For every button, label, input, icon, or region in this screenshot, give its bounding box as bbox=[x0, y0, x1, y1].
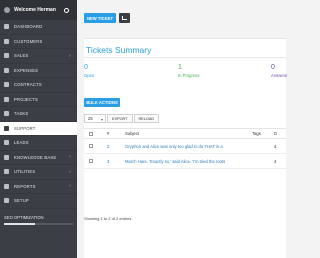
projects-icon bbox=[4, 96, 9, 102]
column-header-tags[interactable]: Tags bbox=[252, 131, 274, 136]
stat-value: 0 bbox=[271, 64, 275, 71]
stat-in-progress: 1 In Progress bbox=[178, 64, 199, 78]
avatar[interactable] bbox=[4, 7, 10, 13]
contracts-icon bbox=[4, 82, 9, 88]
sidebar-item-projects[interactable]: PROJECTS bbox=[0, 93, 77, 107]
bulk-actions-button[interactable]: BULK ACTIONS bbox=[84, 98, 120, 107]
sidebar-item-leads[interactable]: LEADS bbox=[0, 136, 77, 151]
sidebar-item-reports[interactable]: REPORTS › bbox=[0, 180, 77, 194]
gear-icon[interactable] bbox=[64, 7, 69, 13]
stat-label: In Progress bbox=[178, 73, 200, 78]
page-title: Tickets Summary bbox=[86, 45, 152, 55]
table-row: 2 Gryphon and Alice was only too glad to… bbox=[84, 139, 286, 154]
sidebar-item-setup[interactable]: SETUP bbox=[0, 194, 77, 209]
customers-icon bbox=[4, 38, 9, 44]
stat-answered: 0 Answere bbox=[271, 64, 287, 78]
sidebar-item-utilities[interactable]: UTILITIES › bbox=[0, 165, 77, 180]
sidebar-header: Welcome Herman bbox=[0, 0, 77, 20]
column-header-subject[interactable]: Subject bbox=[125, 131, 252, 136]
page-size-value: 25 bbox=[88, 116, 93, 121]
stat-open: 0 Open bbox=[84, 64, 94, 78]
select-all-cell bbox=[84, 131, 97, 136]
leads-icon bbox=[4, 140, 9, 146]
sidebar-item-support[interactable]: SUPPORT bbox=[0, 121, 77, 136]
chevron-right-icon: › bbox=[69, 183, 71, 190]
table-footer-info: Showing 1 to 2 of 2 entries bbox=[84, 216, 132, 221]
stat-value: 0 bbox=[84, 64, 88, 71]
sidebar-item-label: UTILITIES bbox=[14, 169, 36, 175]
sidebar-item-label: DASHBOARD bbox=[14, 24, 43, 30]
sidebar-item-label: EXPENSES bbox=[14, 67, 39, 73]
row-checkbox[interactable] bbox=[88, 159, 93, 163]
select-all-checkbox[interactable] bbox=[88, 131, 93, 136]
tickets-panel: Tickets Summary 0 Open 1 In Progress 0 A… bbox=[84, 38, 287, 258]
sidebar-item-customers[interactable]: CUSTOMERS bbox=[0, 35, 77, 49]
divider bbox=[84, 57, 286, 58]
ticket-department: 4 bbox=[274, 158, 277, 164]
column-header-d[interactable]: D bbox=[274, 131, 286, 136]
chart-toggle-button[interactable] bbox=[119, 13, 130, 23]
bar-chart-icon bbox=[122, 16, 127, 20]
sidebar-item-label: PROJECTS bbox=[14, 96, 38, 102]
seo-progress-fill bbox=[4, 222, 36, 225]
table-header: # Subject Tags D bbox=[84, 128, 286, 139]
sidebar-item-tasks[interactable]: TASKS bbox=[0, 107, 77, 122]
sidebar-item-expenses[interactable]: EXPENSES bbox=[0, 64, 77, 78]
welcome-text: Welcome Herman bbox=[14, 7, 56, 13]
utilities-icon bbox=[4, 169, 9, 175]
dashboard-icon bbox=[4, 24, 9, 30]
chevron-down-icon: ▾ bbox=[100, 117, 103, 122]
sidebar-item-label: LEADS bbox=[14, 140, 29, 146]
chevron-right-icon: › bbox=[69, 154, 71, 161]
sidebar-item-label: TASKS bbox=[14, 111, 29, 117]
reload-button[interactable]: RELOAD bbox=[133, 114, 160, 123]
new-ticket-button[interactable]: NEW TICKET bbox=[84, 13, 116, 23]
stat-value: 1 bbox=[178, 64, 182, 71]
tickets-table: # Subject Tags D 2 Gryphon and Alice was… bbox=[84, 128, 286, 169]
export-button[interactable]: EXPORT bbox=[107, 114, 133, 123]
stat-label: Answere bbox=[271, 73, 288, 78]
column-header-id[interactable]: # bbox=[97, 131, 125, 136]
sidebar-item-label: REPORTS bbox=[14, 183, 36, 189]
ticket-subject-link[interactable]: Gryphon and Alice was only too glad to d… bbox=[125, 144, 252, 149]
reports-icon bbox=[4, 183, 9, 189]
seo-progress-bar bbox=[4, 222, 73, 225]
page-size-select[interactable]: 25 ▾ bbox=[84, 114, 106, 123]
sales-icon bbox=[4, 53, 9, 59]
ticket-id-link[interactable]: 2 bbox=[97, 144, 125, 149]
chevron-right-icon: › bbox=[69, 168, 71, 175]
sidebar-item-label: SUPPORT bbox=[14, 125, 36, 131]
stat-label: Open bbox=[84, 73, 95, 78]
sidebar-item-label: CONTRACTS bbox=[14, 82, 42, 88]
app-window: Welcome Herman DASHBOARD CUSTOMERS SALES… bbox=[0, 0, 287, 258]
setup-icon bbox=[4, 198, 9, 204]
sidebar-item-label: KNOWLEDGE BASE bbox=[14, 154, 57, 160]
table-controls: 25 ▾ EXPORT RELOAD bbox=[84, 114, 160, 123]
tasks-icon bbox=[4, 111, 9, 117]
sidebar: Welcome Herman DASHBOARD CUSTOMERS SALES… bbox=[0, 0, 77, 258]
chevron-right-icon: › bbox=[69, 52, 71, 59]
expenses-icon bbox=[4, 67, 9, 73]
sidebar-item-dashboard[interactable]: DASHBOARD bbox=[0, 20, 77, 35]
ticket-department: 4 bbox=[274, 143, 277, 149]
row-checkbox-cell bbox=[84, 159, 97, 163]
support-icon bbox=[4, 125, 9, 131]
sidebar-item-label: SALES bbox=[14, 53, 29, 59]
sidebar-item-label: SETUP bbox=[14, 198, 29, 204]
sidebar-item-sales[interactable]: SALES › bbox=[0, 49, 77, 64]
sidebar-item-label: CUSTOMERS bbox=[14, 38, 43, 44]
sidebar-item-contracts[interactable]: CONTRACTS bbox=[0, 78, 77, 93]
main-content: NEW TICKET Tickets Summary 0 Open 1 In P… bbox=[77, 0, 287, 258]
table-row: 3 March Hare. 'Exactly so,' said Alice. … bbox=[84, 154, 286, 169]
knowledge-base-icon bbox=[4, 154, 9, 160]
row-checkbox[interactable] bbox=[88, 144, 93, 148]
seo-optimization-label: SEO OPTIMIZATION bbox=[4, 214, 44, 220]
sidebar-item-knowledge-base[interactable]: KNOWLEDGE BASE › bbox=[0, 151, 77, 165]
row-checkbox-cell bbox=[84, 144, 97, 148]
ticket-id-link[interactable]: 3 bbox=[97, 159, 125, 164]
ticket-subject-link[interactable]: March Hare. 'Exactly so,' said Alice. 'I… bbox=[125, 159, 252, 164]
